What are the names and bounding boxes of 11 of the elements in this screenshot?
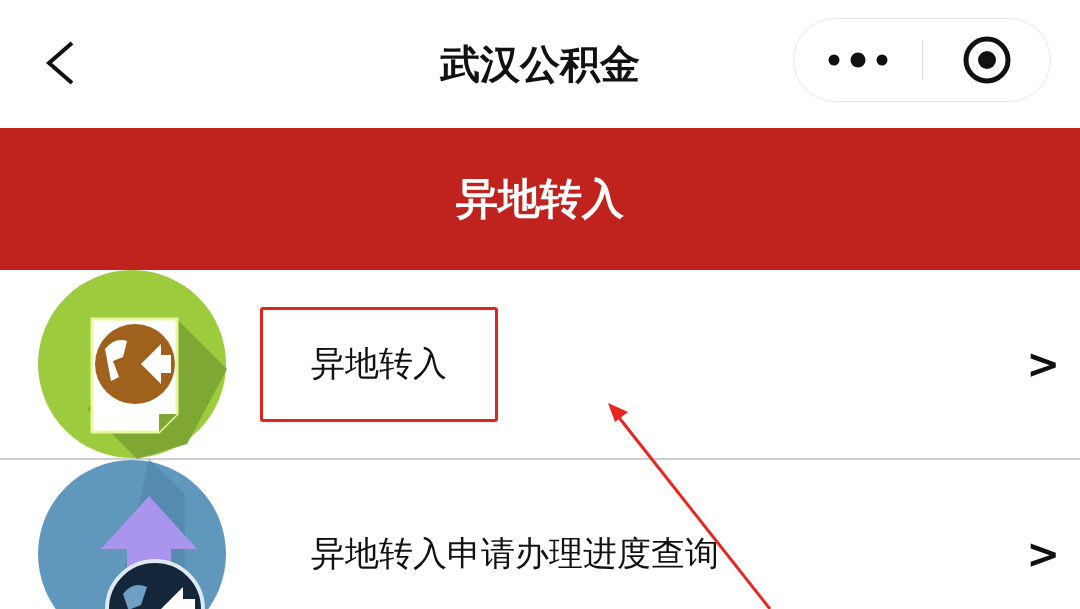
globe-upload-icon xyxy=(37,459,227,609)
more-icon xyxy=(828,52,888,68)
banner-title: 异地转入 xyxy=(456,173,624,225)
chevron-icon: > xyxy=(1026,531,1060,577)
menu-item-label[interactable]: 异地转入 xyxy=(260,306,498,422)
back-icon[interactable] xyxy=(44,40,76,86)
target-icon xyxy=(961,35,1012,85)
menu-item-label[interactable]: 异地转入申请办理进度查询 xyxy=(260,496,770,609)
globe-document-icon xyxy=(37,270,227,459)
page-title: 武汉公积金 xyxy=(440,39,640,89)
chevron-icon: > xyxy=(1026,341,1060,387)
